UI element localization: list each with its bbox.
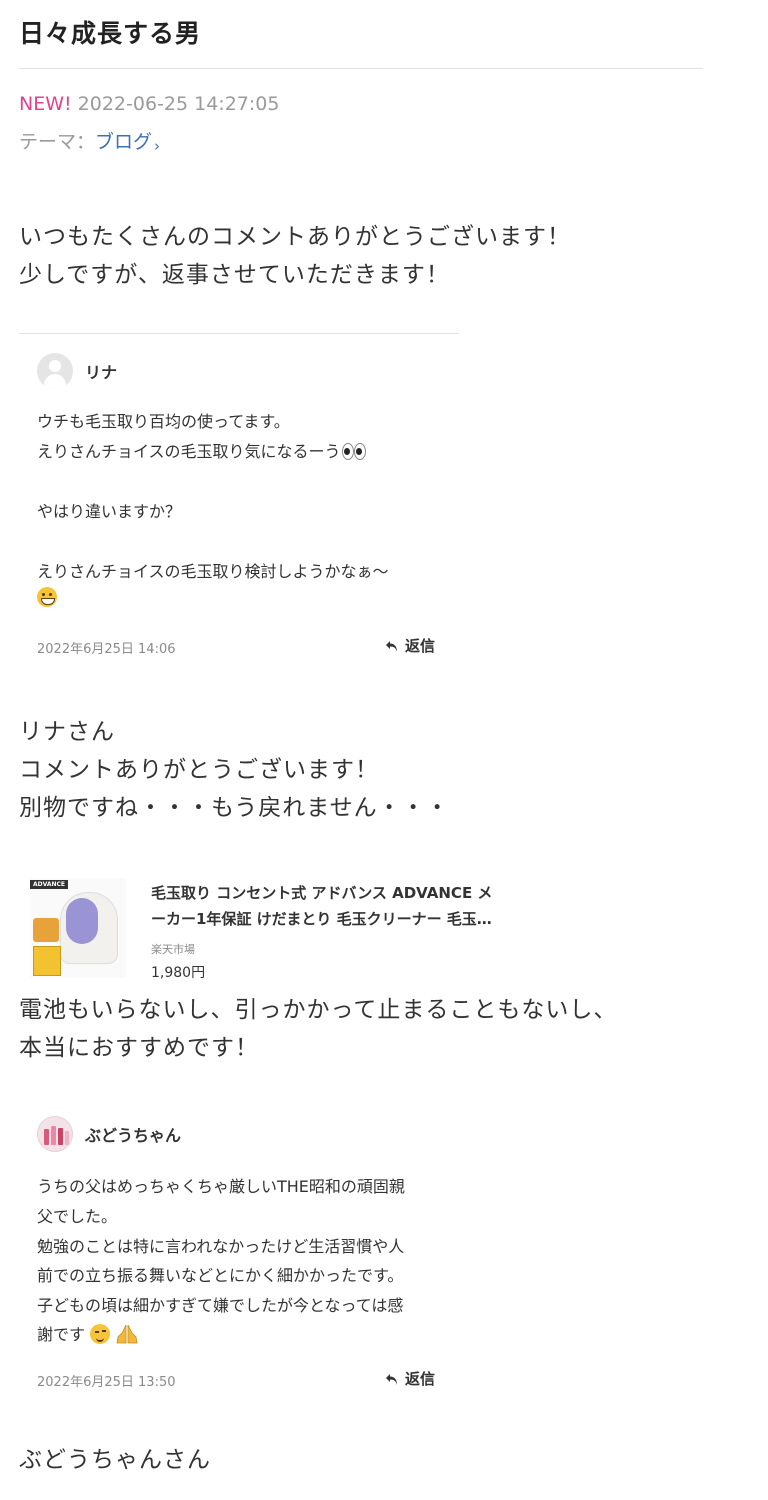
comment-line: えりさんチョイスの毛玉取り検討しようかなぁ〜 (37, 562, 389, 581)
reply-line: 別物ですね・・・もう戻れません・・・ (19, 795, 450, 821)
reply-label: 返信 (405, 637, 436, 655)
comment-line: ウチも毛玉取り百均の使ってます。 (37, 412, 290, 431)
title-divider (19, 68, 703, 69)
comment-line: 前での立ち振る舞いなどとにかく細かかったです。 (37, 1266, 404, 1285)
comment-line: うちの父はめっちゃくちゃ厳しいTHE昭和の頑固親 (37, 1177, 405, 1196)
comment-header: ぶどうちゃん (37, 1116, 181, 1152)
quoted-comment: ぶどうちゃん うちの父はめっちゃくちゃ厳しいTHE昭和の頑固親 父でした。 勉強… (37, 1116, 447, 1396)
theme-link[interactable]: ブログ (95, 131, 152, 153)
intro-line: 少しですが、返事させていただきます！ (19, 262, 450, 288)
theme-label: テーマ： (19, 131, 96, 153)
comment-author: リナ (85, 363, 118, 382)
reply-text-continued: 電池もいらないし、引っかかって止まることもないし、 本当におすすめです！ (19, 991, 617, 1067)
comment-author: ぶどうちゃん (85, 1126, 182, 1145)
reply-button[interactable]: 返信 (385, 1368, 435, 1389)
comment-line: 勉強のことは特に言われなかったけど生活習慣や人 (37, 1237, 405, 1256)
article-title: 日々成長する男 (19, 19, 202, 48)
chevron-right-icon[interactable]: › (154, 137, 160, 155)
comment-line: 子どもの頃は細かすぎて嫌でしたが今となっては感 (37, 1296, 404, 1315)
product-price: 1,980円 (151, 965, 206, 981)
comment-line-text: えりさんチョイスの毛玉取り気になるーう (37, 442, 341, 461)
reply-button[interactable]: 返信 (385, 635, 435, 656)
reply-line: リナさん (19, 719, 115, 745)
new-badge: NEW! (19, 93, 72, 115)
intro-text: いつもたくさんのコメントありがとうございます！ 少しですが、返事させていただきま… (19, 218, 571, 294)
winking-face-icon (90, 1324, 111, 1344)
comment-line: えりさんチョイスの毛玉取り気になるーう (37, 438, 367, 462)
comment-line (37, 587, 57, 607)
comment-date: 2022年6月25日 14:06 (37, 642, 176, 657)
reply-text: ぶどうちゃんさん (19, 1441, 211, 1479)
reply-arrow-icon (386, 640, 397, 652)
reply-arrow-icon (386, 1373, 397, 1385)
product-brand-label: ADVANCE (30, 880, 69, 889)
grinning-face-icon (37, 587, 57, 607)
comment-date: 2022年6月25日 13:50 (37, 1375, 176, 1390)
avatar (37, 353, 73, 389)
product-title-line: ーカー1年保証 けだまとり 毛玉クリーナー 毛玉… (151, 910, 492, 928)
article-theme: テーマ：ブログ › (19, 127, 160, 155)
avatar (37, 1116, 73, 1152)
product-card[interactable]: ADVANCE 毛玉取り コンセント式 アドバンス ADVANCE メ ーカー1… (30, 878, 510, 983)
reply-line: 本当におすすめです！ (19, 1035, 259, 1061)
reply-text: リナさん コメントありがとうございます！ 別物ですね・・・もう戻れません・・・ (19, 713, 450, 827)
product-image[interactable]: ADVANCE (30, 878, 126, 978)
reply-line: コメントありがとうございます！ (19, 757, 379, 783)
folded-hands-icon (115, 1324, 139, 1344)
comment-line-text: 謝です (37, 1325, 86, 1344)
comment-line: 謝です (37, 1321, 139, 1345)
post-date: 2022-06-25 14:27:05 (77, 93, 280, 115)
comment-line: やはり違いますか？ (37, 502, 182, 521)
reply-label: 返信 (405, 1370, 436, 1388)
comment-line: 父でした。 (37, 1207, 118, 1226)
quoted-comment: リナ ウチも毛玉取り百均の使ってます。 えりさんチョイスの毛玉取り気になるーう … (37, 353, 447, 663)
article-meta-date: NEW! 2022-06-25 14:27:05 (19, 93, 279, 115)
comment-header: リナ (37, 353, 117, 389)
reply-line: ぶどうちゃんさん (19, 1447, 211, 1473)
reply-line: 電池もいらないし、引っかかって止まることもないし、 (19, 997, 618, 1023)
quote-divider (19, 333, 459, 334)
product-shop: 楽天市場 (151, 943, 195, 956)
intro-line: いつもたくさんのコメントありがとうございます！ (19, 224, 571, 250)
product-title[interactable]: 毛玉取り コンセント式 アドバンス ADVANCE メ ーカー1年保証 けだまと… (151, 880, 511, 932)
product-title-line: 毛玉取り コンセント式 アドバンス ADVANCE メ (151, 884, 493, 902)
eyes-icon (341, 441, 367, 461)
